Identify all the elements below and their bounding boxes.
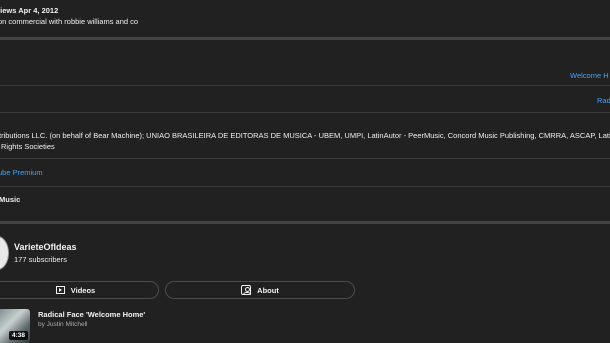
about-button-label: About: [257, 285, 279, 295]
video-description: on commercial with robbie williams and c…: [0, 17, 139, 26]
song-link[interactable]: Welcome H: [570, 71, 609, 80]
channel-avatar[interactable]: [0, 236, 9, 270]
duration-badge: 4:38: [9, 331, 29, 340]
related-video-byline: by Justin Mitchell: [38, 321, 88, 328]
row-divider: [0, 158, 610, 159]
row-divider: [0, 186, 610, 187]
licenses-text: tributions LLC. (on behalf of Bear Machi…: [0, 131, 610, 140]
artist-link[interactable]: Rad: [597, 96, 610, 105]
row-divider: [0, 112, 610, 113]
videos-button-label: Videos: [70, 285, 96, 295]
videos-button[interactable]: Videos: [0, 281, 159, 299]
views-date: views Apr 4, 2012: [0, 6, 59, 15]
channel-name[interactable]: VarieteOfIdeas: [14, 242, 77, 252]
about-button[interactable]: About: [165, 281, 355, 299]
person-box-icon: [241, 285, 252, 295]
section-divider: [0, 221, 610, 224]
related-video-title[interactable]: Radical Face 'Welcome Home': [38, 310, 145, 319]
row-divider: [0, 85, 610, 86]
licenses-text-continued: Rights Societies: [1, 142, 55, 151]
section-divider: [0, 37, 610, 40]
subscriber-count: 177 subscribers: [14, 255, 67, 264]
play-box-icon: [55, 286, 65, 294]
premium-link[interactable]: ube Premium: [0, 168, 43, 177]
music-label: Music: [0, 195, 21, 204]
